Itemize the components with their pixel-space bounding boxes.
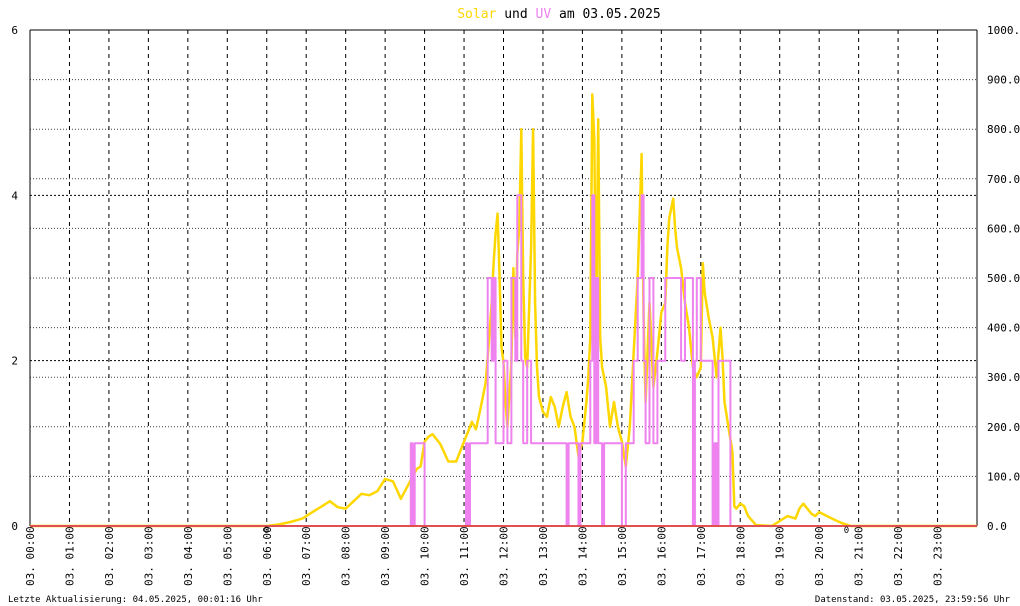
x-tick-label: 03. 11:00 xyxy=(458,526,471,586)
y-right-tick-label: 500.0 xyxy=(987,272,1020,285)
x-tick-label: 03. 09:00 xyxy=(379,526,392,586)
x-tick-label: 03. 19:00 xyxy=(774,526,787,586)
x-tick-label: 03. 21:00 xyxy=(853,526,866,586)
x-tick-label: 03. 00:00 xyxy=(24,526,37,586)
y-right-tick-label: 600.0 xyxy=(987,222,1020,235)
y-right-tick-label: 900.0 xyxy=(987,74,1020,87)
y-right-tick-label: 1000.0 xyxy=(987,24,1020,37)
x-tick-label: 03. 03:00 xyxy=(142,526,155,586)
x-tick-label: 03. 14:00 xyxy=(576,526,589,586)
x-tick-label: 03. 20:00 xyxy=(813,526,826,586)
x-tick-label: 03. 17:00 xyxy=(695,526,708,586)
y-right-tick-label: 400.0 xyxy=(987,322,1020,335)
x-tick-label: 03. 06:00 xyxy=(261,526,274,586)
x-tick-label: 03. 02:00 xyxy=(103,526,116,586)
x-tick-label: 03. 08:00 xyxy=(340,526,353,586)
chart-title: Solar und UV am 03.05.2025 xyxy=(457,7,661,22)
chart-title-und-text: und xyxy=(504,7,527,22)
y-left-tick-label: 4 xyxy=(11,189,18,202)
x-tick-label: 03. 13:00 xyxy=(537,526,550,586)
sunset-marker: 0 xyxy=(844,526,849,536)
y-right-tick-label: 800.0 xyxy=(987,123,1020,136)
x-tick-label: 03. 15:00 xyxy=(616,526,629,586)
chart-title-solar: Solar xyxy=(457,7,496,22)
chart-title-uv: UV xyxy=(536,7,552,22)
y-right-tick-label: 0.0 xyxy=(987,520,1007,533)
y-right-tick-label: 200.0 xyxy=(987,421,1020,434)
chart-title-date: am 03.05.2025 xyxy=(551,7,661,22)
x-tick-label: 03. 12:00 xyxy=(498,526,511,586)
y-left-tick-label: 6 xyxy=(11,24,18,37)
x-tick-label: 03. 04:00 xyxy=(182,526,195,586)
x-tick-label: 03. 18:00 xyxy=(734,526,747,586)
solar-uv-chart: Solar und UV am 03.05.2025 00 0 2 4 6 0.0 100… xyxy=(0,0,1020,606)
x-tick-label: 03. 23:00 xyxy=(932,526,945,586)
chart-background xyxy=(0,0,1020,606)
x-tick-label: 03. 05:00 xyxy=(221,526,234,586)
chart-canvas: Solar und UV am 03.05.2025 00 02460.0100… xyxy=(0,0,1020,606)
y-right-tick-label: 300.0 xyxy=(987,371,1020,384)
x-tick-label: 03. 10:00 xyxy=(419,526,432,586)
y-left-tick-label: 0 xyxy=(11,520,18,533)
last-update-text: Letzte Aktualisierung: 04.05.2025, 00:01… xyxy=(8,595,263,605)
chart-title-und: und xyxy=(496,7,535,22)
x-tick-label: 03. 01:00 xyxy=(63,526,76,586)
y-left-tick-label: 2 xyxy=(11,355,18,368)
chart-title-date-text: am 03.05.2025 xyxy=(559,7,661,22)
y-right-tick-label: 700.0 xyxy=(987,173,1020,186)
data-status-text: Datenstand: 03.05.2025, 23:59:56 Uhr xyxy=(815,595,1011,605)
x-tick-label: 03. 07:00 xyxy=(300,526,313,586)
x-tick-label: 03. 22:00 xyxy=(892,526,905,586)
y-right-tick-label: 100.0 xyxy=(987,470,1020,483)
x-tick-label: 03. 16:00 xyxy=(655,526,668,586)
